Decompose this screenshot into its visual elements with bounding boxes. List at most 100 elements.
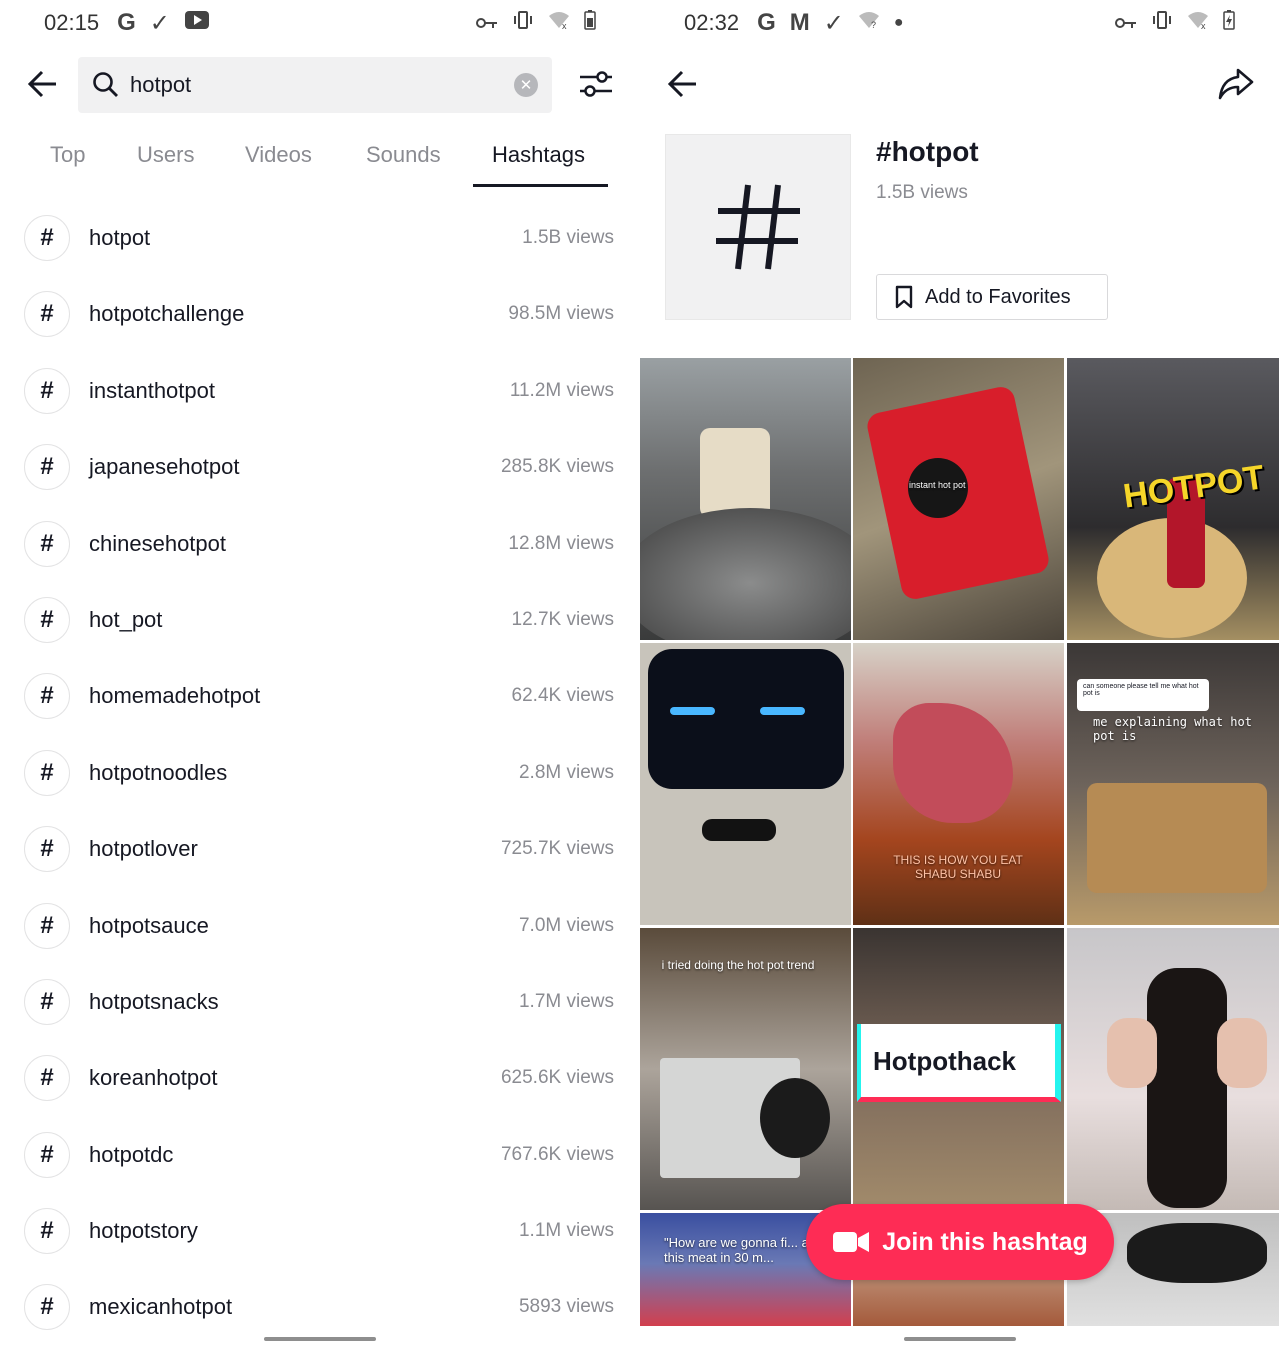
hashtag-row[interactable]: # hotpotchallenge 98.5M views: [0, 276, 640, 352]
hashtag-row[interactable]: # instanthotpot 11.2M views: [0, 353, 640, 429]
hashtag-row[interactable]: # hotpotsnacks 1.7M views: [0, 964, 640, 1040]
video-thumbnail[interactable]: Hotpothack: [853, 928, 1064, 1210]
hashtag-views: 62.4K views: [511, 685, 614, 707]
back-arrow-icon[interactable]: [22, 62, 66, 106]
battery-icon: [584, 10, 596, 36]
hashtag-views: 2.8M views: [518, 761, 614, 783]
hashtag-icon: #: [24, 520, 70, 567]
tab-users[interactable]: Users: [137, 142, 194, 168]
hashtag-row[interactable]: # japanesehotpot 285.8K views: [0, 429, 640, 505]
bookmark-icon: [895, 285, 913, 309]
join-hashtag-button[interactable]: Join this hashtag: [806, 1204, 1114, 1280]
hashtag-title: #hotpot: [876, 136, 979, 167]
video-thumbnail[interactable]: THIS IS HOW YOU EAT SHABU SHABU: [853, 643, 1064, 925]
hashtag-name: instanthotpot: [89, 377, 215, 403]
hashtag-views: 625.6K views: [500, 1067, 614, 1089]
hashtag-detail-screen: 02:32 G M ✓ ? ● x #hotpot 1.5B views Add…: [640, 0, 1279, 1351]
hashtag-views: 1.5B views: [522, 227, 614, 248]
hashtag-row[interactable]: # hotpotstory 1.1M views: [0, 1193, 640, 1269]
tab-sounds[interactable]: Sounds: [366, 142, 441, 168]
join-hashtag-label: Join this hashtag: [882, 1227, 1088, 1256]
video-thumbnail[interactable]: i tried doing the hot pot trend: [640, 928, 851, 1210]
hashtag-cover-image: [665, 134, 851, 320]
hashtag-name: hotpot: [89, 225, 151, 250]
back-arrow-icon[interactable]: [662, 62, 706, 106]
hashtag-row[interactable]: # hot_pot 12.7K views: [0, 582, 640, 658]
wifi-off-icon: x: [548, 10, 570, 36]
hashtag-icon: #: [24, 902, 70, 949]
hashtag-icon: #: [24, 1284, 70, 1331]
gesture-nav-bar[interactable]: [904, 1337, 1016, 1341]
hashtag-row[interactable]: # hotpotlover 725.7K views: [0, 811, 640, 887]
hashtag-name: homemadehotpot: [89, 683, 261, 709]
filter-icon[interactable]: [576, 66, 616, 102]
hashtag-icon: #: [24, 291, 70, 338]
video-thumbnail[interactable]: can someone please tell me what hot pot …: [1067, 643, 1279, 925]
hashtag-row[interactable]: # hotpot 1.5B views: [0, 200, 640, 276]
status-time: 02:15: [44, 10, 100, 35]
hashtag-icon: #: [24, 596, 70, 643]
status-bar: 02:32 G M ✓ ? ● x: [640, 0, 1279, 46]
hashtag-name: hot_pot: [89, 606, 163, 632]
wifi-off-icon: x: [1187, 10, 1209, 36]
hashtag-name: koreanhotpot: [89, 1065, 218, 1091]
video-caption: me explaining what hot pot is: [1093, 715, 1252, 743]
hashtag-row[interactable]: # homemadehotpot 62.4K views: [0, 658, 640, 734]
check-icon: ✓: [823, 9, 844, 37]
hash-symbol-icon: [716, 184, 800, 270]
vpn-key-icon: [476, 10, 498, 36]
search-input[interactable]: hotpot ✕: [78, 57, 552, 113]
video-camera-icon: [833, 1232, 870, 1252]
google-icon: G: [117, 9, 136, 36]
hashtag-views: 12.7K views: [511, 608, 614, 630]
tab-hashtags[interactable]: Hashtags: [492, 142, 585, 168]
tab-videos[interactable]: Videos: [245, 142, 312, 168]
hashtag-name: hotpotdc: [89, 1141, 174, 1167]
share-icon[interactable]: [1216, 64, 1256, 104]
youtube-icon: [184, 10, 210, 36]
hashtag-views: 5893 views: [518, 1296, 614, 1318]
hashtag-name: hotpotsauce: [89, 912, 209, 938]
hashtag-name: hotpotsnacks: [89, 988, 219, 1014]
hashtag-row[interactable]: # hotpotsauce 7.0M views: [0, 888, 640, 964]
google-icon: G: [757, 9, 776, 36]
tab-top[interactable]: Top: [50, 142, 85, 168]
check-icon: ✓: [149, 9, 170, 37]
hashtag-name: japanesehotpot: [89, 454, 240, 480]
hashtag-row[interactable]: # hotpotnoodles 2.8M views: [0, 735, 640, 811]
video-thumbnail[interactable]: [640, 643, 851, 925]
hashtag-icon: #: [24, 826, 70, 873]
hashtag-views: 12.8M views: [508, 532, 614, 554]
gesture-nav-bar[interactable]: [264, 1337, 376, 1341]
hashtag-row[interactable]: # koreanhotpot 625.6K views: [0, 1040, 640, 1116]
search-icon: [92, 71, 120, 99]
hashtag-views: 767.6K views: [500, 1143, 614, 1165]
add-to-favorites-button[interactable]: Add to Favorites: [876, 274, 1108, 320]
hashtag-views: 285.8K views: [500, 456, 614, 478]
notification-dot-icon: ●: [893, 14, 904, 31]
hashtag-row[interactable]: # hotpotdc 767.6K views: [0, 1117, 640, 1193]
hashtag-views: 1.7M views: [518, 990, 614, 1012]
video-thumbnail[interactable]: HOTPOT: [1067, 358, 1279, 640]
search-query-text[interactable]: hotpot: [130, 72, 514, 98]
vpn-key-icon: [1115, 10, 1137, 36]
gmail-icon: M: [789, 9, 810, 36]
hashtag-icon: #: [24, 367, 70, 414]
status-bar: 02:15 G ✓ x: [0, 0, 640, 46]
video-thumbnail[interactable]: [1067, 928, 1279, 1210]
video-grid: instant hot pot HOTPOT THIS IS HOW YOU E…: [640, 358, 1279, 1326]
video-caption: THIS IS HOW YOU EAT SHABU SHABU: [893, 853, 1023, 881]
hashtag-views: 98.5M views: [508, 303, 614, 325]
video-thumbnail[interactable]: [640, 358, 851, 640]
hashtag-name: hotpotnoodles: [89, 759, 228, 785]
svg-text:x: x: [1201, 21, 1206, 30]
hashtag-icon: #: [24, 1131, 70, 1178]
hashtag-row[interactable]: # mexicanhotpot 5893 views: [0, 1269, 640, 1345]
hashtag-icon: #: [24, 444, 70, 491]
video-thumbnail[interactable]: instant hot pot: [853, 358, 1064, 640]
svg-text:x: x: [562, 21, 567, 30]
hashtag-views: 725.7K views: [500, 838, 614, 860]
hashtag-name: hotpotlover: [89, 836, 198, 862]
clear-search-icon[interactable]: ✕: [514, 73, 538, 97]
hashtag-row[interactable]: # chinesehotpot 12.8M views: [0, 506, 640, 582]
